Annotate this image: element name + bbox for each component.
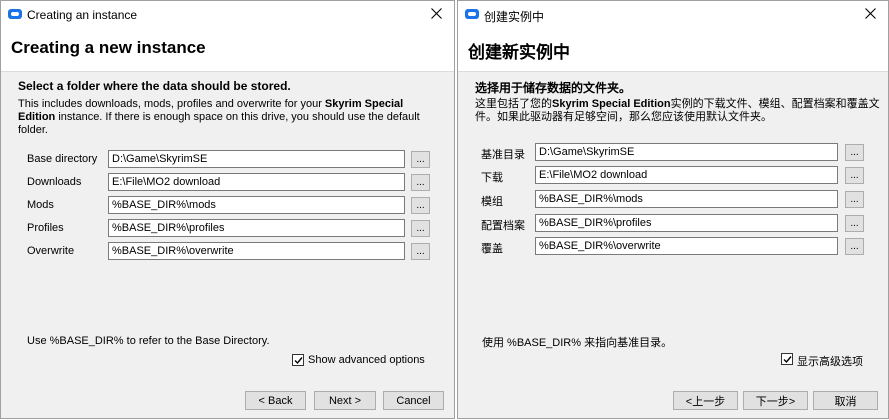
profiles-input[interactable] xyxy=(535,214,838,232)
field-profiles: Profiles ... xyxy=(27,219,431,237)
field-label: 覆盖 xyxy=(481,243,503,255)
browse-button[interactable]: ... xyxy=(411,220,430,237)
field-base-directory: 基准目录 ... xyxy=(481,143,866,161)
next-button[interactable]: 下一步> xyxy=(743,391,808,410)
game-name: Skyrim Special Edition xyxy=(552,98,671,110)
window-title: Creating an instance xyxy=(27,8,138,22)
cancel-button[interactable]: Cancel xyxy=(383,391,444,410)
field-overwrite: 覆盖 ... xyxy=(481,237,866,255)
field-label: 模组 xyxy=(481,196,503,208)
description-prefix: This includes downloads, mods, profiles … xyxy=(18,98,325,110)
browse-button[interactable]: ... xyxy=(411,174,430,191)
profiles-input[interactable] xyxy=(108,219,405,237)
base-directory-input[interactable] xyxy=(535,143,838,161)
cancel-button[interactable]: 取消 xyxy=(813,391,878,410)
advanced-options-checkbox[interactable] xyxy=(292,354,304,366)
field-label: 配置档案 xyxy=(481,220,525,232)
description-suffix: instance. If there is enough space on th… xyxy=(18,111,420,136)
app-icon xyxy=(8,9,22,19)
browse-button[interactable]: ... xyxy=(845,144,864,161)
wizard-header: 创建新实例中 xyxy=(458,28,888,72)
browse-button[interactable]: ... xyxy=(845,167,864,184)
page-title: Creating a new instance xyxy=(11,38,206,57)
field-profiles: 配置档案 ... xyxy=(481,214,866,232)
description-prefix: 这里包括了您的 xyxy=(475,98,552,110)
advanced-options-label: Show advanced options xyxy=(308,354,425,366)
field-label: Downloads xyxy=(27,176,82,188)
base-dir-hint: 使用 %BASE_DIR% 来指向基准目录。 xyxy=(482,337,673,349)
overwrite-input[interactable] xyxy=(108,242,405,260)
app-icon xyxy=(465,9,479,19)
field-label: Base directory xyxy=(27,153,98,165)
browse-button[interactable]: ... xyxy=(411,243,430,260)
advanced-options-checkbox[interactable] xyxy=(781,353,793,365)
close-icon[interactable] xyxy=(858,1,884,27)
browse-button[interactable]: ... xyxy=(411,197,430,214)
downloads-input[interactable] xyxy=(108,173,405,191)
back-button[interactable]: <上一步 xyxy=(673,391,738,410)
advanced-options-toggle[interactable]: 显示高级选项 xyxy=(781,353,881,368)
window-title: 创建实例中 xyxy=(484,10,545,24)
mods-input[interactable] xyxy=(535,190,838,208)
overwrite-input[interactable] xyxy=(535,237,838,255)
field-mods: Mods ... xyxy=(27,196,431,214)
field-base-directory: Base directory ... xyxy=(27,150,431,168)
field-downloads: Downloads ... xyxy=(27,173,431,191)
instance-wizard-en: Creating an instance Creating a new inst… xyxy=(0,0,455,419)
field-label: Mods xyxy=(27,199,54,211)
field-label: 基准目录 xyxy=(481,149,525,161)
advanced-options-toggle[interactable]: Show advanced options xyxy=(292,354,432,368)
title-bar[interactable]: Creating an instance xyxy=(1,1,454,28)
instance-wizard-zh: 创建实例中 创建新实例中 选择用于储存数据的文件夹。 这里包括了您的Skyrim… xyxy=(457,0,889,419)
field-mods: 模组 ... xyxy=(481,190,866,208)
title-bar[interactable]: 创建实例中 xyxy=(458,1,888,28)
close-icon[interactable] xyxy=(424,1,450,27)
field-label: 下载 xyxy=(481,172,503,184)
description-text: This includes downloads, mods, profiles … xyxy=(18,98,436,137)
page-title: 创建新实例中 xyxy=(468,43,570,62)
base-directory-input[interactable] xyxy=(108,150,405,168)
browse-button[interactable]: ... xyxy=(411,151,430,168)
base-dir-hint: Use %BASE_DIR% to refer to the Base Dire… xyxy=(27,335,270,347)
mods-input[interactable] xyxy=(108,196,405,214)
field-downloads: 下载 ... xyxy=(481,166,866,184)
wizard-header: Creating a new instance xyxy=(1,28,454,72)
field-label: Overwrite xyxy=(27,245,75,257)
back-button[interactable]: < Back xyxy=(245,391,306,410)
field-overwrite: Overwrite ... xyxy=(27,242,431,260)
description-text: 这里包括了您的Skyrim Special Edition实例的下载文件、模组、… xyxy=(475,98,883,124)
advanced-options-label: 显示高级选项 xyxy=(797,356,863,368)
browse-button[interactable]: ... xyxy=(845,238,864,255)
browse-button[interactable]: ... xyxy=(845,191,864,208)
downloads-input[interactable] xyxy=(535,166,838,184)
field-label: Profiles xyxy=(27,222,64,234)
section-heading: Select a folder where the data should be… xyxy=(18,79,291,93)
next-button[interactable]: Next > xyxy=(314,391,376,410)
section-heading: 选择用于储存数据的文件夹。 xyxy=(475,81,632,95)
browse-button[interactable]: ... xyxy=(845,215,864,232)
